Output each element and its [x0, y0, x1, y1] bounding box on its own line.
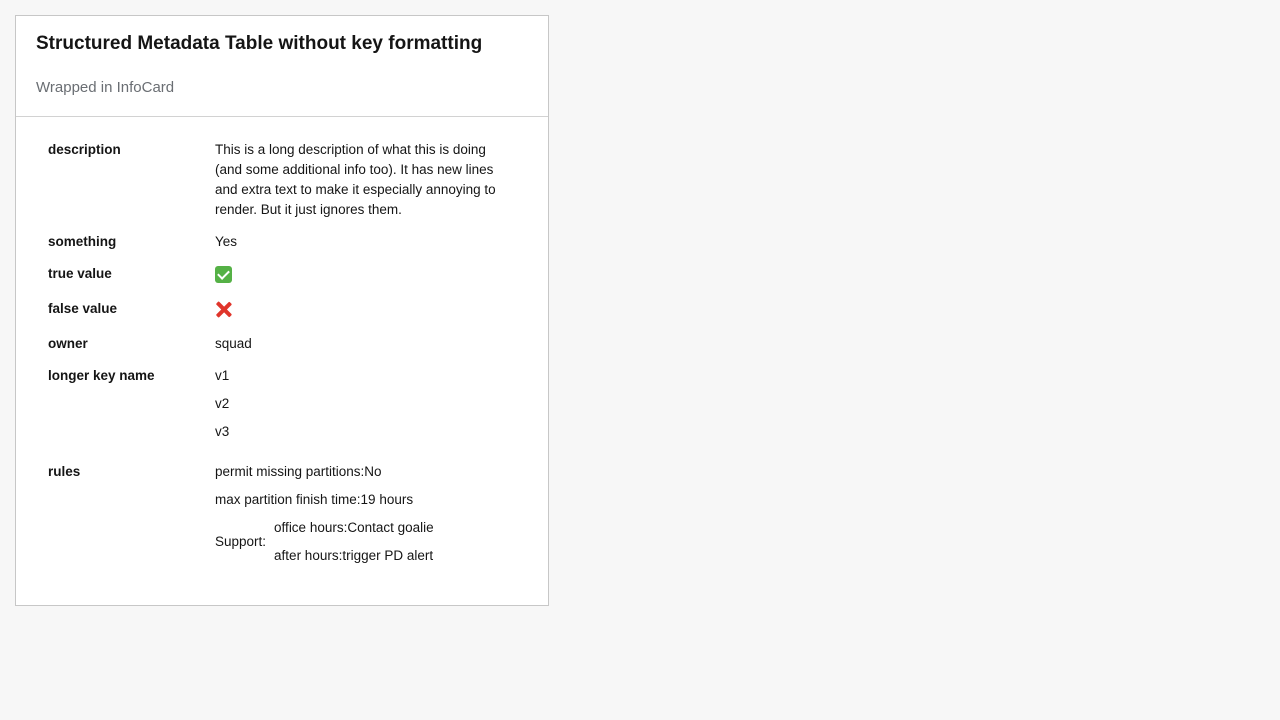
info-card: Structured Metadata Table without key fo…	[15, 15, 549, 606]
support-item-office-hours: office hours:Contact goalie	[274, 520, 434, 535]
check-mark-icon	[215, 266, 232, 283]
key-owner: owner	[48, 336, 88, 351]
support-item-after-hours: after hours:trigger PD alert	[274, 548, 434, 563]
rule-max-partition-finish-time: max partition finish time:19 hours	[215, 492, 414, 507]
table-row-rules: rules permit missing partitions:No max p…	[48, 462, 528, 566]
rule-support: Support: office hours:Contact goalie aft…	[215, 518, 528, 566]
support-label: Support:	[215, 534, 267, 549]
key-something: something	[48, 234, 117, 249]
card-subtitle: Wrapped in InfoCard	[36, 79, 175, 96]
value-description: This is a long description of what this …	[215, 142, 496, 217]
table-row-description: description This is a long description o…	[48, 140, 528, 232]
card-header: Structured Metadata Table without key fo…	[16, 16, 548, 117]
key-rules: rules	[48, 464, 81, 479]
rule-permit-missing-partitions: permit missing partitions:No	[215, 464, 382, 479]
table-row-something: something Yes	[48, 232, 528, 264]
metadata-table: description This is a long description o…	[48, 140, 528, 566]
value-owner: squad	[215, 336, 252, 351]
key-longer-key-name: longer key name	[48, 368, 155, 383]
card-title: Structured Metadata Table without key fo…	[36, 33, 483, 54]
list-item: v1	[215, 368, 230, 383]
table-row-longer-key-name: longer key name v1 v2 v3	[48, 366, 528, 462]
support-list: office hours:Contact goalie after hours:…	[274, 518, 434, 566]
key-description: description	[48, 142, 121, 157]
cross-mark-icon	[215, 301, 232, 318]
table-row-true-value: true value	[48, 264, 528, 299]
key-true-value: true value	[48, 266, 112, 281]
key-false-value: false value	[48, 301, 118, 316]
table-row-false-value: false value	[48, 299, 528, 334]
list-item: v2	[215, 396, 230, 411]
value-something: Yes	[215, 234, 238, 249]
list-item: v3	[215, 424, 230, 439]
table-row-owner: owner squad	[48, 334, 528, 366]
